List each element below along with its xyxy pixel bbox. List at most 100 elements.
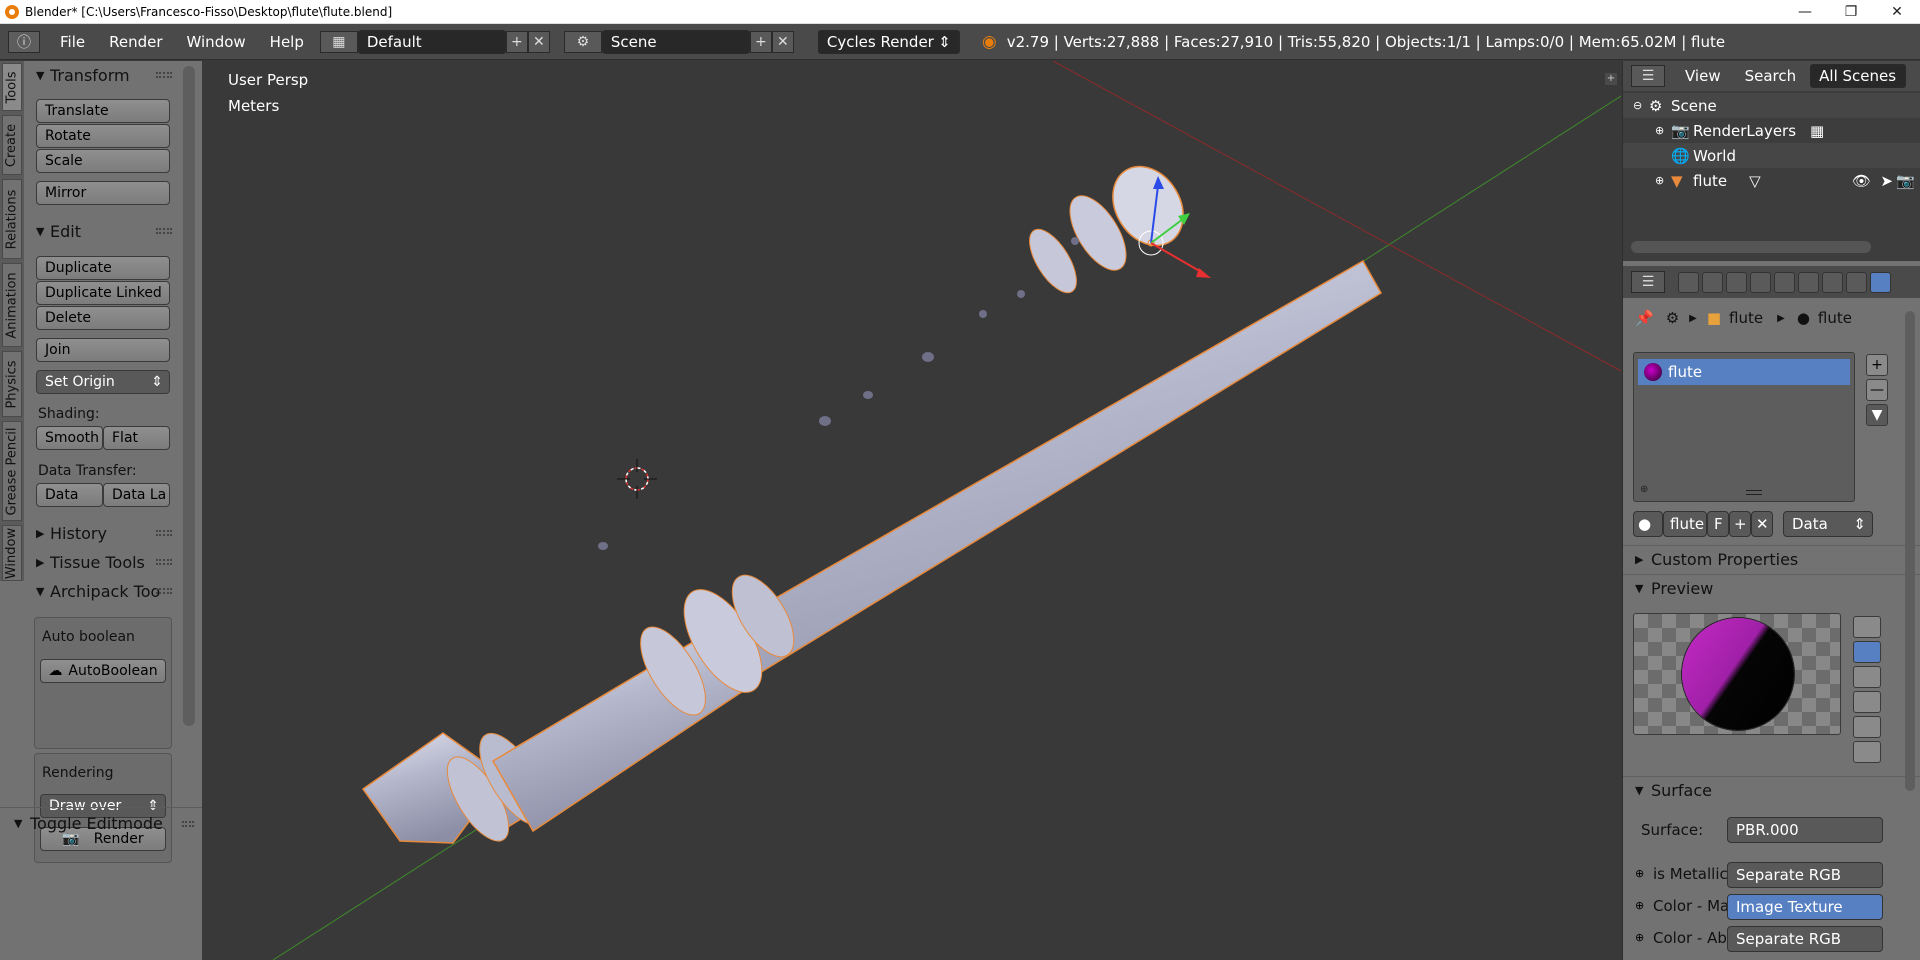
preview-flat-button[interactable] (1853, 616, 1881, 638)
constraints-tab-icon[interactable] (1798, 271, 1819, 293)
data-layout-button[interactable]: Data La (103, 483, 170, 507)
material-tab-icon[interactable] (1870, 271, 1891, 293)
layers-tab-icon[interactable] (1702, 271, 1723, 293)
properties-scrollbar[interactable] (1905, 311, 1915, 791)
menu-render[interactable]: Render (97, 33, 174, 51)
layout-selector[interactable]: Default (357, 29, 506, 54)
drag-grip-icon[interactable] (182, 821, 194, 827)
modifiers-tab-icon[interactable] (1822, 271, 1843, 293)
preview-cube-button[interactable] (1853, 666, 1881, 688)
remove-slot-button[interactable]: — (1866, 379, 1888, 401)
scene-tab-icon[interactable] (1726, 271, 1747, 293)
input-value-color-ma[interactable]: Image Texture (1727, 894, 1883, 920)
cursor-icon[interactable]: ➤ (1880, 172, 1893, 190)
material-slot-row[interactable]: flute (1638, 359, 1850, 385)
resize-grip-icon[interactable] (1746, 490, 1762, 495)
render-engine-dropdown[interactable]: Cycles Render ⇕ (817, 29, 960, 54)
scene-selector[interactable]: Scene (601, 29, 750, 54)
set-origin-dropdown[interactable]: Set Origin ⇕ (36, 370, 170, 394)
outliner-search-menu[interactable]: Search (1745, 67, 1797, 85)
fake-user-button[interactable]: F (1707, 511, 1729, 537)
outliner-row-renderlayers[interactable]: ⊕ 📷 RenderLayers ▦ (1623, 118, 1920, 143)
drag-grip-icon[interactable] (156, 588, 172, 594)
link-dropdown[interactable]: Data ⇕ (1783, 511, 1873, 537)
drag-grip-icon[interactable] (156, 72, 172, 78)
custom-properties-header[interactable]: ▶ Custom Properties (1623, 545, 1920, 573)
drag-grip-icon[interactable] (156, 530, 172, 536)
layout-icon[interactable]: ▦ (319, 30, 358, 53)
minimize-icon[interactable]: — (1782, 0, 1828, 24)
breadcrumb-material[interactable]: flute (1818, 309, 1852, 327)
pin-icon[interactable]: 📌 (1635, 309, 1654, 327)
socket-expand-icon[interactable]: ⊕ (1635, 931, 1644, 944)
tool-shelf-scrollbar[interactable] (183, 66, 195, 726)
smooth-button[interactable]: Smooth (36, 426, 103, 450)
tab-physics[interactable]: Physics (2, 351, 22, 417)
tab-animation[interactable]: Animation (2, 263, 22, 347)
outliner-row-world[interactable]: 🌐 World (1623, 143, 1920, 168)
scene-icon[interactable]: ⚙ (563, 30, 602, 53)
tab-relations[interactable]: Relations (2, 179, 22, 259)
history-panel-header[interactable]: ▶ History (26, 519, 176, 547)
remove-layout-icon[interactable]: ✕ (527, 30, 550, 53)
data-tab-icon[interactable] (1846, 271, 1867, 293)
translate-button[interactable]: Translate (36, 99, 170, 123)
flute-mesh[interactable] (361, 153, 1383, 850)
new-material-icon[interactable]: + (1729, 511, 1751, 537)
delete-button[interactable]: Delete (36, 306, 170, 330)
input-value-metallic[interactable]: Separate RGB (1727, 862, 1883, 888)
rotate-button[interactable]: Rotate (36, 124, 170, 148)
object-tab-icon[interactable] (1774, 271, 1795, 293)
unlink-material-icon[interactable]: ✕ (1751, 511, 1773, 537)
world-tab-icon[interactable] (1750, 271, 1771, 293)
outliner-row-scene[interactable]: ⊖ ⚙ Scene (1623, 93, 1920, 118)
archipack-panel-header[interactable]: ▼ Archipack Too (26, 577, 176, 605)
mirror-button[interactable]: Mirror (36, 181, 170, 205)
expand-icon[interactable]: ⊕ (1655, 174, 1671, 187)
material-name-field[interactable]: flute (1663, 511, 1707, 537)
tab-tools[interactable]: Tools (2, 63, 22, 111)
drag-grip-icon[interactable] (156, 559, 172, 565)
render-tab-icon[interactable] (1678, 271, 1699, 293)
menu-window[interactable]: Window (175, 33, 258, 51)
surface-shader-field[interactable]: PBR.000 (1727, 817, 1883, 843)
tissue-panel-header[interactable]: ▶ Tissue Tools (26, 548, 176, 576)
close-icon[interactable]: ✕ (1874, 0, 1920, 24)
edit-panel-header[interactable]: ▼ Edit (26, 217, 176, 245)
expand-icon[interactable]: ⊕ (1655, 124, 1671, 137)
slot-specials-button[interactable]: ▼ (1866, 404, 1888, 426)
tab-grease-pencil[interactable]: Grease Pencil (2, 421, 22, 521)
flat-button[interactable]: Flat (103, 426, 170, 450)
render-camera-icon[interactable]: 📷 (1896, 172, 1915, 190)
outliner-filter-dropdown[interactable]: All Scenes (1810, 64, 1907, 88)
add-slot-button[interactable]: + (1866, 354, 1888, 376)
transform-panel-header[interactable]: ▼ Transform (26, 61, 176, 89)
preview-world-button[interactable] (1853, 741, 1881, 763)
3d-viewport[interactable]: User Persp Meters + (203, 61, 1621, 960)
menu-help[interactable]: Help (258, 33, 316, 51)
input-value-color-ab[interactable]: Separate RGB (1727, 926, 1883, 952)
outliner-editor-icon[interactable]: ☰ (1631, 65, 1665, 87)
add-scene-icon[interactable]: + (749, 30, 772, 53)
eye-icon[interactable]: 👁 (1852, 172, 1871, 190)
socket-expand-icon[interactable]: ⊕ (1635, 899, 1644, 912)
drag-grip-icon[interactable] (156, 228, 172, 234)
3d-cursor-icon[interactable] (617, 459, 657, 499)
editor-type-icon[interactable]: ⓘ (8, 30, 40, 53)
surface-header[interactable]: ▼ Surface (1623, 776, 1920, 804)
socket-expand-icon[interactable]: ⊕ (1635, 867, 1644, 880)
collapse-icon[interactable]: ⊖ (1633, 99, 1649, 112)
material-browse-icon[interactable]: ● (1633, 511, 1663, 537)
scale-button[interactable]: Scale (36, 149, 170, 173)
preview-sphere-button[interactable] (1853, 641, 1881, 663)
restore-icon[interactable]: ❐ (1828, 0, 1874, 24)
tab-create[interactable]: Create (2, 115, 22, 175)
duplicate-linked-button[interactable]: Duplicate Linked (36, 281, 170, 305)
preview-header[interactable]: ▼ Preview (1623, 574, 1920, 602)
preview-monkey-button[interactable] (1853, 691, 1881, 713)
add-layout-icon[interactable]: + (505, 30, 528, 53)
outliner-scrollbar[interactable] (1631, 241, 1871, 253)
tab-window[interactable]: Window (2, 525, 22, 581)
duplicate-button[interactable]: Duplicate (36, 256, 170, 280)
join-button[interactable]: Join (36, 338, 170, 362)
